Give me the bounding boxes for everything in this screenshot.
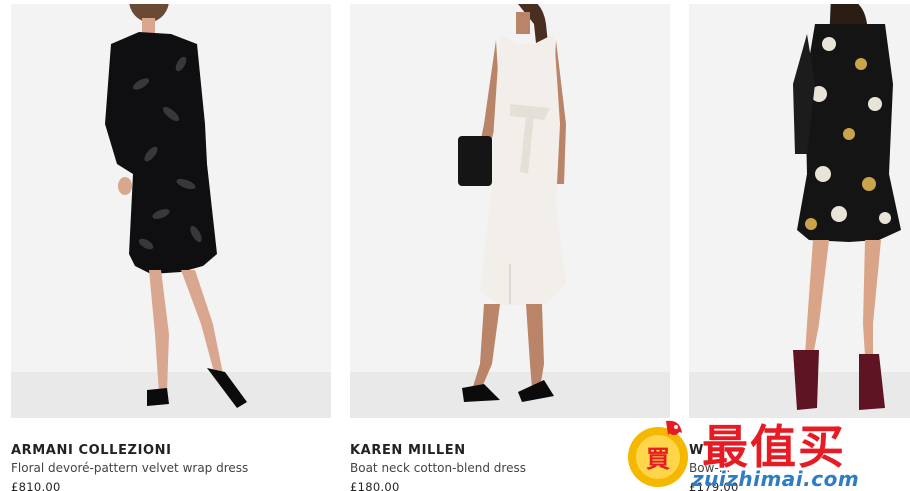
product-price: £810.00 bbox=[11, 480, 61, 491]
product-image[interactable] bbox=[350, 4, 670, 418]
model-white-dress-clutch-icon bbox=[458, 4, 566, 402]
product-image[interactable] bbox=[11, 4, 331, 418]
logo-character: 買 bbox=[646, 445, 670, 473]
model-floral-ruffle-dress-icon bbox=[793, 4, 901, 410]
product-brand[interactable]: ARMANI COLLEZIONI bbox=[11, 443, 331, 459]
watermark: 買 最值买 zuizhimai.com bbox=[622, 405, 910, 491]
model-black-velvet-dress-icon bbox=[105, 4, 247, 408]
product-name[interactable]: Floral devoré-pattern velvet wrap dress bbox=[11, 460, 331, 476]
zuizhimai-logo-icon: 買 bbox=[628, 420, 688, 487]
product-card[interactable]: ARMANI COLLEZIONI Floral devoré-pattern … bbox=[11, 4, 331, 491]
watermark-url: zuizhimai.com bbox=[692, 467, 860, 491]
product-image[interactable] bbox=[689, 4, 910, 418]
